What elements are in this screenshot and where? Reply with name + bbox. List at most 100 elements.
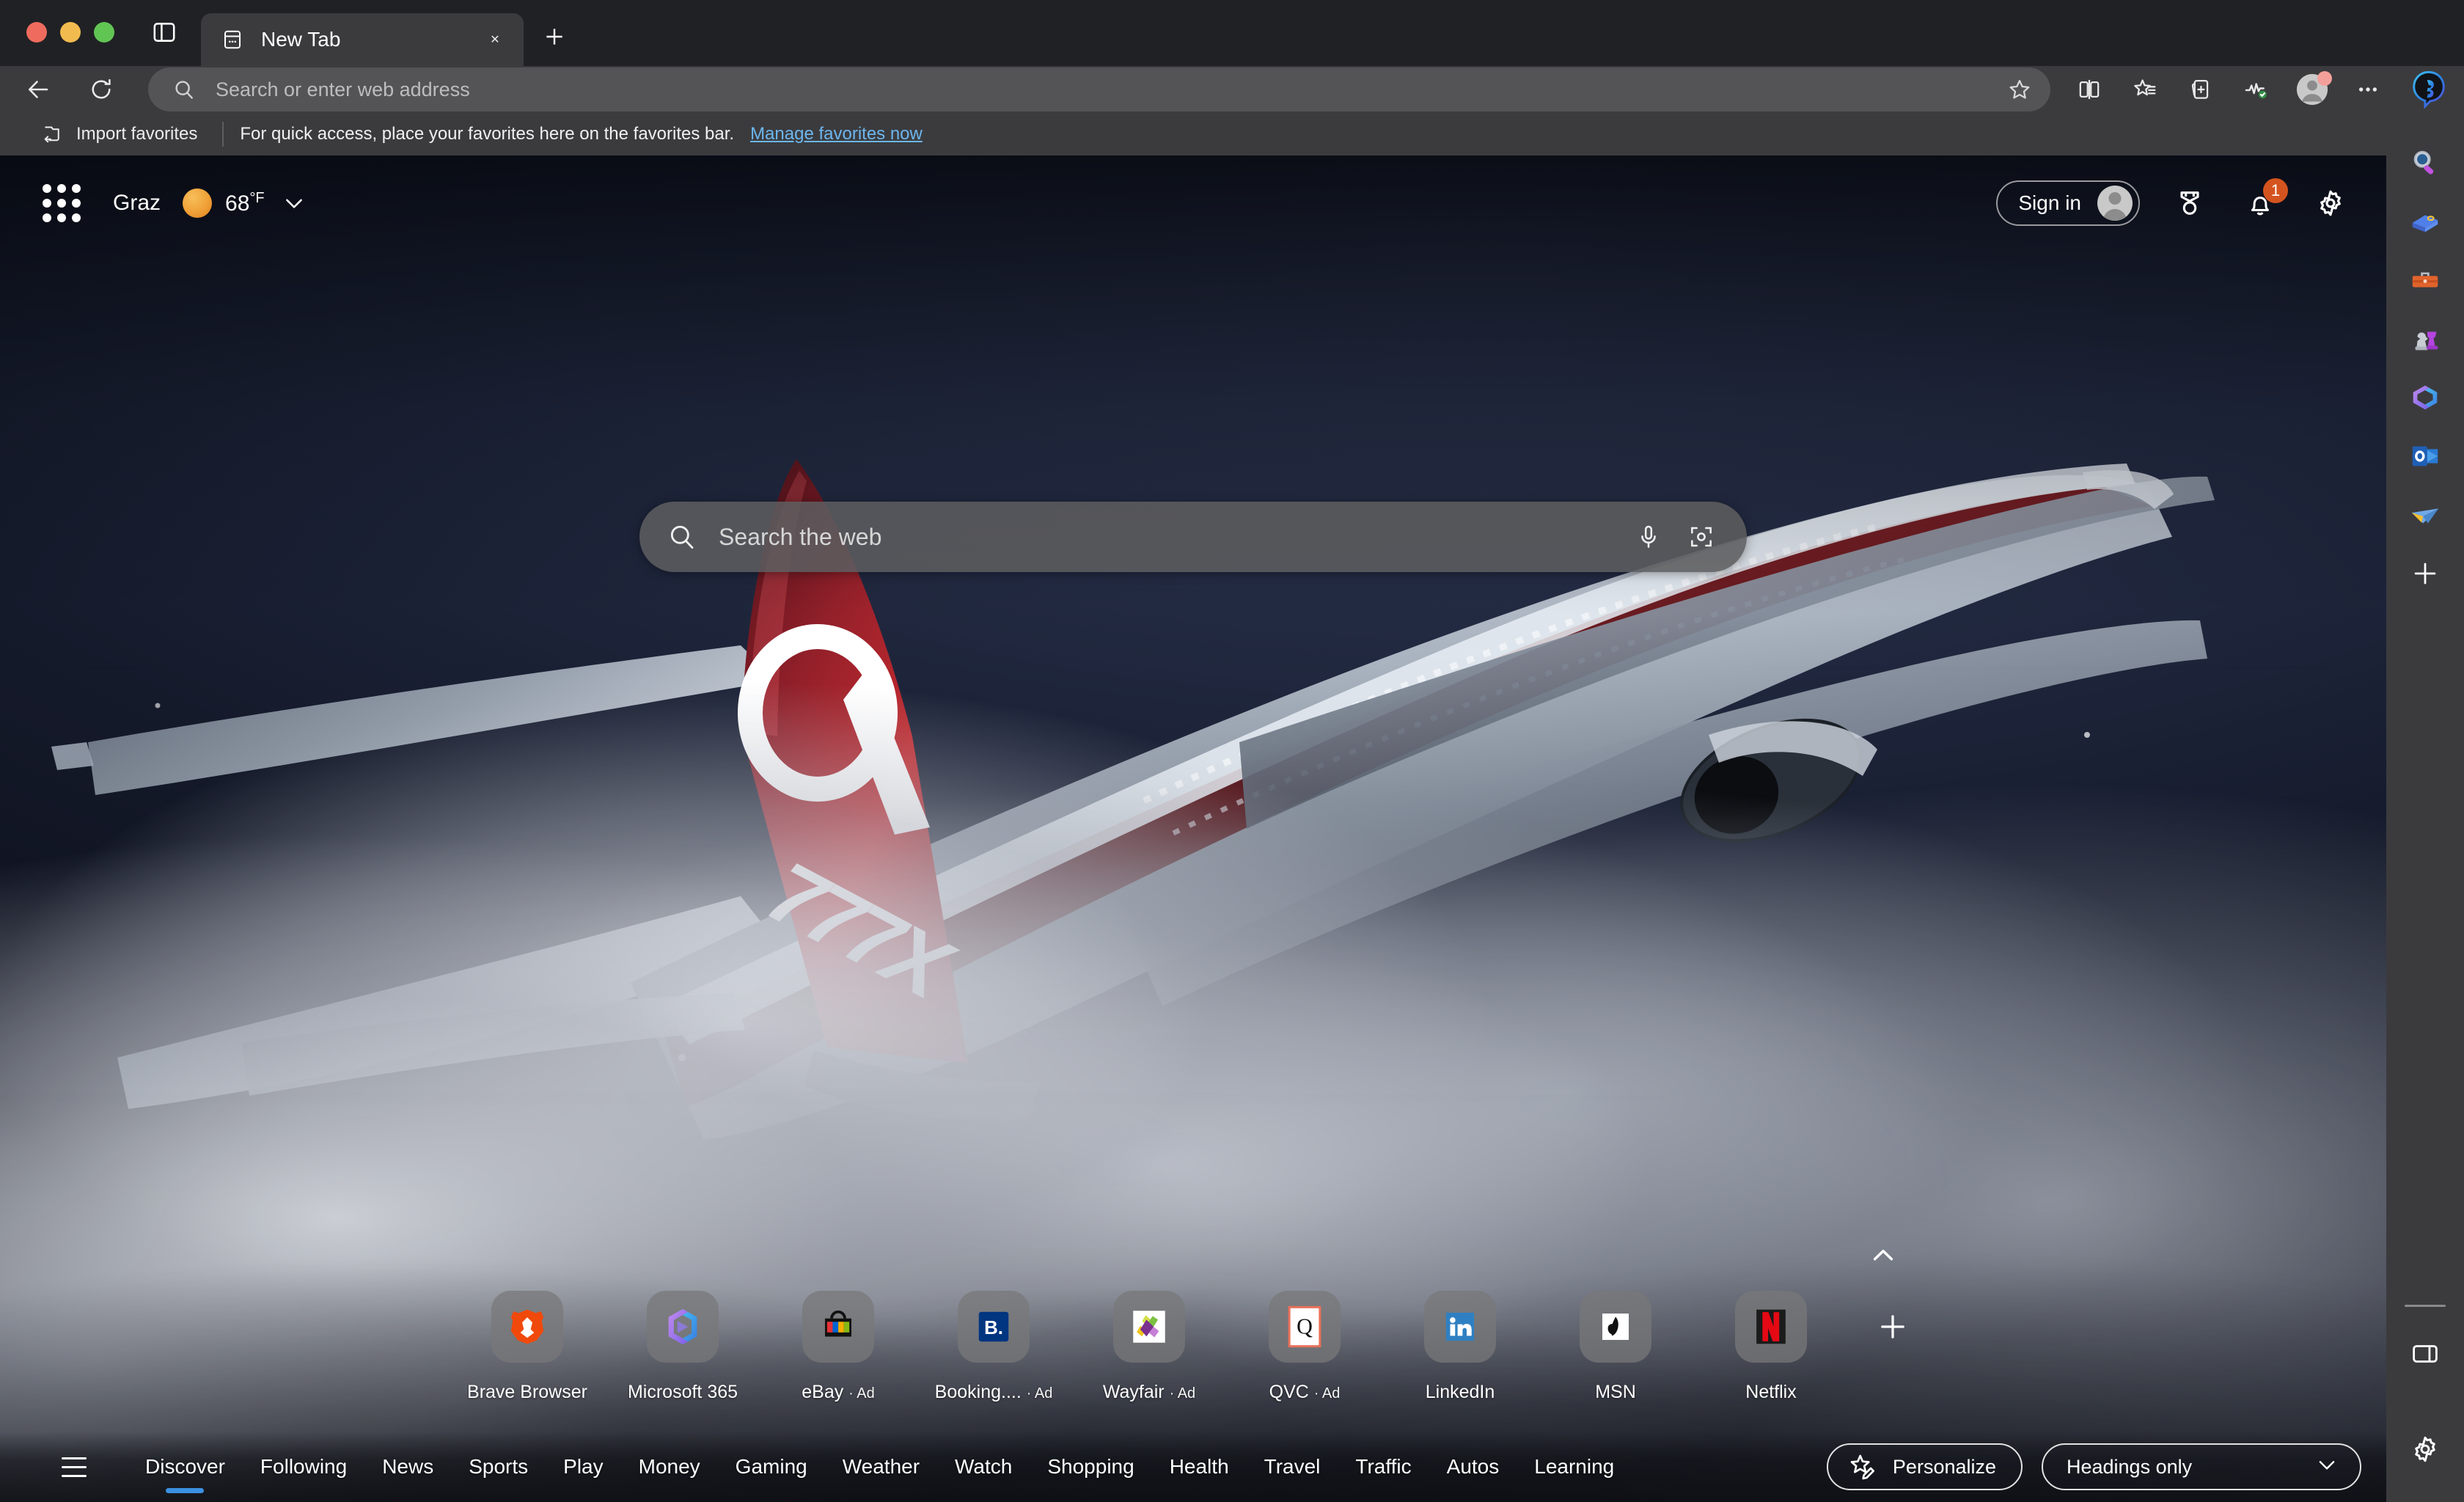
feed-tab-money[interactable]: Money bbox=[621, 1445, 718, 1489]
favorites-bar-hint: For quick access, place your favorites h… bbox=[240, 124, 735, 144]
minimize-window-button[interactable] bbox=[60, 22, 81, 43]
sidebar-telegram-paper-plane-icon[interactable] bbox=[2397, 487, 2453, 543]
personalize-label: Personalize bbox=[1892, 1455, 1996, 1478]
netflix-icon bbox=[1735, 1291, 1807, 1363]
feed-tab-watch[interactable]: Watch bbox=[937, 1445, 1030, 1489]
weather-temperature: 68°F bbox=[225, 190, 265, 216]
import-icon bbox=[40, 122, 65, 147]
feed-tab-news[interactable]: News bbox=[364, 1445, 451, 1489]
profile-avatar[interactable] bbox=[2289, 67, 2335, 112]
feed-tab-sports[interactable]: Sports bbox=[451, 1445, 546, 1489]
back-icon[interactable] bbox=[16, 67, 60, 111]
tile-qvc[interactable]: Q QVC · Ad bbox=[1227, 1291, 1382, 1403]
add-favorite-icon[interactable] bbox=[2001, 70, 2039, 109]
feed-tab-weather[interactable]: Weather bbox=[825, 1445, 937, 1489]
add-shortcut-button[interactable] bbox=[1849, 1291, 1937, 1363]
tab-new-tab[interactable]: New Tab ✕ bbox=[201, 13, 524, 66]
visual-search-camera-icon[interactable] bbox=[1681, 516, 1722, 557]
close-window-button[interactable] bbox=[26, 22, 47, 43]
window-traffic-lights bbox=[26, 22, 114, 43]
feed-tab-health[interactable]: Health bbox=[1152, 1445, 1247, 1489]
sidebar-bottom-actions bbox=[2397, 1305, 2453, 1502]
edge-sidebar bbox=[2386, 113, 2464, 1502]
rewards-icon[interactable] bbox=[2169, 183, 2210, 224]
tile-label: Netflix bbox=[1745, 1382, 1797, 1402]
split-screen-icon[interactable] bbox=[2067, 67, 2112, 112]
sidebar-outlook-icon[interactable] bbox=[2397, 428, 2453, 484]
sidebar-settings-gear-icon[interactable] bbox=[2397, 1421, 2453, 1477]
favorites-icon[interactable] bbox=[2122, 67, 2168, 112]
more-options-icon[interactable] bbox=[2345, 67, 2391, 112]
favorites-bar-divider bbox=[222, 122, 224, 147]
feed-bar-actions: Personalize Headings only bbox=[1826, 1443, 2361, 1490]
feed-menu-icon[interactable] bbox=[62, 1451, 94, 1483]
tile-ebay[interactable]: eBay · Ad bbox=[760, 1291, 916, 1403]
close-tab-icon[interactable]: ✕ bbox=[481, 26, 509, 54]
weather-location: Graz bbox=[113, 191, 161, 215]
tile-netflix[interactable]: Netflix bbox=[1693, 1291, 1849, 1403]
tile-microsoft-365[interactable]: Microsoft 365 bbox=[605, 1291, 760, 1403]
tile-msn[interactable]: MSN bbox=[1538, 1291, 1693, 1403]
page-settings-gear-icon[interactable] bbox=[2310, 183, 2351, 224]
tab-title: New Tab bbox=[261, 28, 341, 51]
sidebar-add-icon[interactable] bbox=[2397, 546, 2453, 601]
app-launcher-icon[interactable] bbox=[43, 184, 81, 222]
sun-icon bbox=[183, 188, 213, 218]
tile-label: Brave Browser bbox=[467, 1382, 587, 1402]
web-search-input[interactable]: Search the web bbox=[719, 524, 1616, 551]
import-favorites-button[interactable]: Import favorites bbox=[19, 117, 206, 151]
sidebar-toggle-icon[interactable] bbox=[2397, 1326, 2453, 1382]
feed-tab-traffic[interactable]: Traffic bbox=[1338, 1445, 1429, 1489]
search-icon bbox=[666, 521, 698, 553]
sidebar-games-chess-icon[interactable] bbox=[2397, 311, 2453, 367]
feed-tab-gaming[interactable]: Gaming bbox=[718, 1445, 825, 1489]
tab-actions-icon[interactable] bbox=[144, 12, 185, 53]
address-bar-input[interactable]: Search or enter web address bbox=[216, 78, 2001, 101]
tile-linkedin[interactable]: LinkedIn bbox=[1382, 1291, 1538, 1403]
avatar bbox=[2097, 186, 2133, 221]
zoom-window-button[interactable] bbox=[94, 22, 114, 43]
weather-widget[interactable]: Graz 68°F bbox=[113, 188, 307, 218]
personalize-star-pencil-icon bbox=[1847, 1451, 1878, 1482]
svg-text:Q: Q bbox=[1297, 1314, 1313, 1338]
new-tab-button[interactable] bbox=[534, 16, 575, 57]
feed-tab-autos[interactable]: Autos bbox=[1429, 1445, 1517, 1489]
chevron-down-icon[interactable] bbox=[281, 190, 307, 216]
feed-tab-shopping[interactable]: Shopping bbox=[1030, 1445, 1151, 1489]
sidebar-shopping-tag-icon[interactable] bbox=[2397, 194, 2453, 249]
notifications-icon[interactable]: 1 bbox=[2240, 178, 2288, 224]
collections-icon[interactable] bbox=[2178, 67, 2223, 112]
ntp-header-left: Graz 68°F bbox=[43, 184, 307, 222]
feed-tab-discover[interactable]: Discover bbox=[128, 1445, 243, 1489]
address-bar[interactable]: Search or enter web address bbox=[148, 67, 2050, 111]
feed-tab-learning[interactable]: Learning bbox=[1517, 1445, 1632, 1489]
browser-window: New Tab ✕ Search or enter web address Im… bbox=[0, 0, 2464, 1502]
web-search-box[interactable]: Search the web bbox=[639, 502, 1747, 572]
feed-tab-play[interactable]: Play bbox=[546, 1445, 620, 1489]
microphone-icon[interactable] bbox=[1628, 516, 1669, 557]
tile-brave-browser[interactable]: Brave Browser bbox=[450, 1291, 605, 1403]
sign-in-button[interactable]: Sign in bbox=[1996, 180, 2140, 226]
feed-tab-travel[interactable]: Travel bbox=[1247, 1445, 1338, 1489]
linkedin-icon bbox=[1424, 1291, 1496, 1363]
feed-tab-following[interactable]: Following bbox=[243, 1445, 364, 1489]
manage-favorites-link[interactable]: Manage favorites now bbox=[750, 124, 923, 144]
ntp-header: Graz 68°F Sign in 1 bbox=[0, 155, 2386, 251]
favorites-bar: Import favorites For quick access, place… bbox=[0, 113, 2464, 155]
tile-booking[interactable]: B. Booking.... · Ad bbox=[916, 1291, 1071, 1403]
tab-list: New Tab ✕ bbox=[201, 13, 524, 66]
browser-essentials-icon[interactable] bbox=[2234, 67, 2279, 112]
feed-layout-select[interactable]: Headings only bbox=[2042, 1443, 2361, 1490]
personalize-button[interactable]: Personalize bbox=[1826, 1443, 2023, 1490]
expand-feed-chevron-up-icon[interactable] bbox=[1863, 1235, 1904, 1276]
sidebar-microsoft-365-icon[interactable] bbox=[2397, 370, 2453, 425]
tile-wayfair[interactable]: Wayfair · Ad bbox=[1071, 1291, 1227, 1403]
svg-text:B.: B. bbox=[984, 1318, 1003, 1338]
reload-icon[interactable] bbox=[79, 67, 123, 111]
sidebar-search-icon[interactable] bbox=[2397, 135, 2453, 191]
chevron-down-icon[interactable] bbox=[2314, 1452, 2339, 1482]
sidebar-tools-toolbox-icon[interactable] bbox=[2397, 252, 2453, 308]
tile-label: LinkedIn bbox=[1425, 1382, 1495, 1402]
tile-label: MSN bbox=[1595, 1382, 1636, 1402]
copilot-icon[interactable] bbox=[2405, 66, 2452, 113]
